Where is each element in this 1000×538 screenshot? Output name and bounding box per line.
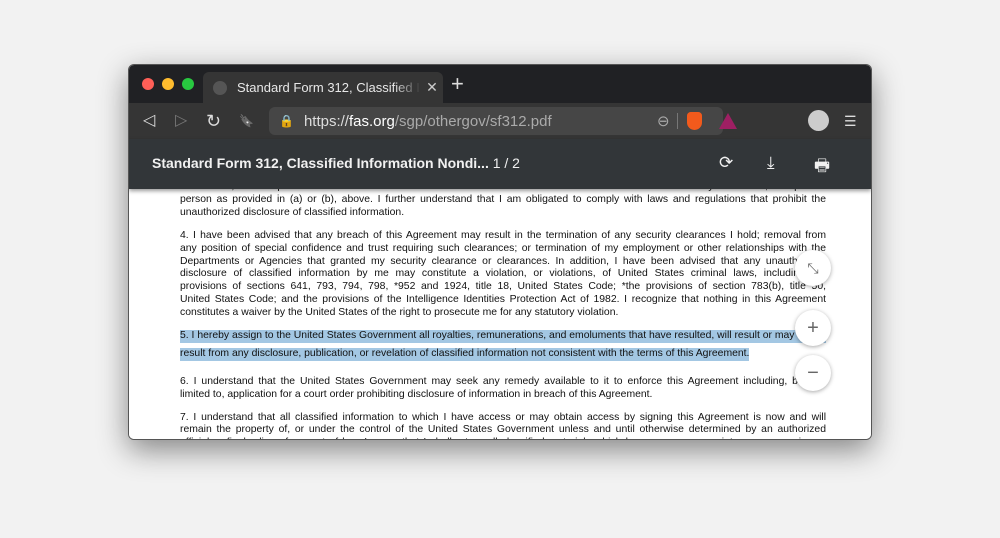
text-line: 4. I have been advised that any breach o… bbox=[180, 229, 826, 241]
minimize-window-button[interactable] bbox=[162, 78, 174, 90]
tab-bar: Standard Form 312, Classified Informatio… bbox=[129, 65, 871, 103]
text-line: result from any disclosure, publication,… bbox=[180, 347, 750, 361]
text-line: unauthorized disclosure of classified in… bbox=[180, 206, 405, 218]
divider bbox=[677, 113, 678, 129]
download-icon[interactable]: ⤓ bbox=[767, 153, 775, 173]
globe-icon bbox=[213, 80, 227, 95]
new-tab-button[interactable]: + bbox=[451, 73, 464, 95]
pdf-title: Standard Form 312, Classified Informatio… bbox=[152, 155, 520, 171]
reload-icon[interactable]: ↻ bbox=[206, 111, 221, 131]
text-line: provisions of sections 641, 793, 794, 79… bbox=[180, 281, 826, 293]
zoom-in-button[interactable]: + bbox=[795, 310, 831, 346]
bookmark-icon[interactable]: 🔖 bbox=[239, 111, 254, 131]
browser-toolbar: ◁ ▷ ↻ 🔖 🔒 https://fas.org/sgp/othergov/s… bbox=[129, 103, 871, 139]
lock-icon: 🔒 bbox=[279, 114, 294, 128]
text-line: United States Code; and the provisions o… bbox=[180, 294, 826, 306]
text-line: any position of special confidence and t… bbox=[180, 242, 826, 254]
close-tab-icon[interactable]: ✕ bbox=[421, 79, 443, 96]
brave-shield-icon[interactable] bbox=[687, 112, 702, 130]
text-line: disclosure of classified information by … bbox=[180, 268, 826, 280]
text-line: remain the property of, or under the con… bbox=[180, 424, 826, 436]
fit-page-button[interactable]: ⤡ bbox=[795, 250, 831, 286]
text-line: 6. I understand that the United States G… bbox=[180, 375, 826, 387]
minus-icon: − bbox=[807, 361, 819, 384]
profile-avatar[interactable] bbox=[808, 110, 829, 131]
url-host: fas.org bbox=[348, 112, 395, 130]
pdf-toolbar: Standard Form 312, Classified Informatio… bbox=[129, 139, 871, 189]
text-line: 5. I hereby assign to the United States … bbox=[180, 330, 826, 343]
browser-window: Standard Form 312, Classified Informatio… bbox=[128, 64, 872, 440]
paragraph: 6. I understand that the United States G… bbox=[180, 376, 826, 402]
zoom-out-button[interactable]: − bbox=[795, 355, 831, 391]
back-icon[interactable]: ◁ bbox=[143, 111, 155, 131]
text-line: person as provided in (a) or (b), above.… bbox=[180, 193, 826, 205]
url-path: /sgp/othergov/sf312.pdf bbox=[394, 112, 552, 130]
pdf-page: information, I am required to confirm fr… bbox=[129, 189, 871, 440]
fit-icon: ⤡ bbox=[807, 259, 819, 276]
close-window-button[interactable] bbox=[142, 78, 154, 90]
text-line: constitutes a waiver by the United State… bbox=[180, 307, 619, 319]
print-icon[interactable]: 🖶 bbox=[814, 153, 830, 182]
zoom-icon[interactable]: ⊖ bbox=[657, 112, 670, 130]
url-scheme: https:// bbox=[303, 112, 349, 130]
pdf-title-text: Standard Form 312, Classified Informatio… bbox=[152, 155, 489, 171]
menu-icon[interactable]: ☰ bbox=[844, 111, 857, 131]
highlighted-paragraph: 5. I hereby assign to the United States … bbox=[180, 330, 826, 366]
tab-active[interactable]: Standard Form 312, Classified Informatio… bbox=[203, 72, 443, 103]
forward-icon[interactable]: ▷ bbox=[175, 111, 187, 131]
paragraph: information, I am required to confirm fr… bbox=[180, 189, 826, 220]
text-line: Departments or Agencies that granted my … bbox=[180, 255, 826, 267]
text-line: limited to, application for a court orde… bbox=[180, 388, 653, 400]
page-indicator: 1 / 2 bbox=[492, 155, 520, 171]
text-line: official or final ruling of a court of l… bbox=[180, 437, 826, 439]
address-bar[interactable]: 🔒 https://fas.org/sgp/othergov/sf312.pdf… bbox=[269, 107, 737, 135]
plus-icon: + bbox=[807, 316, 819, 339]
brave-rewards-icon[interactable] bbox=[719, 113, 737, 129]
paragraph: 4. I have been advised that any breach o… bbox=[180, 230, 826, 320]
document-text: information, I am required to confirm fr… bbox=[180, 189, 826, 440]
paragraph: 7. I understand that all classified info… bbox=[180, 411, 826, 440]
tab-title: Standard Form 312, Classified Informatio… bbox=[237, 80, 421, 95]
maximize-window-button[interactable] bbox=[182, 78, 194, 90]
text-line: 7. I understand that all classified info… bbox=[180, 411, 826, 423]
rotate-icon[interactable]: ⟳ bbox=[719, 153, 733, 173]
